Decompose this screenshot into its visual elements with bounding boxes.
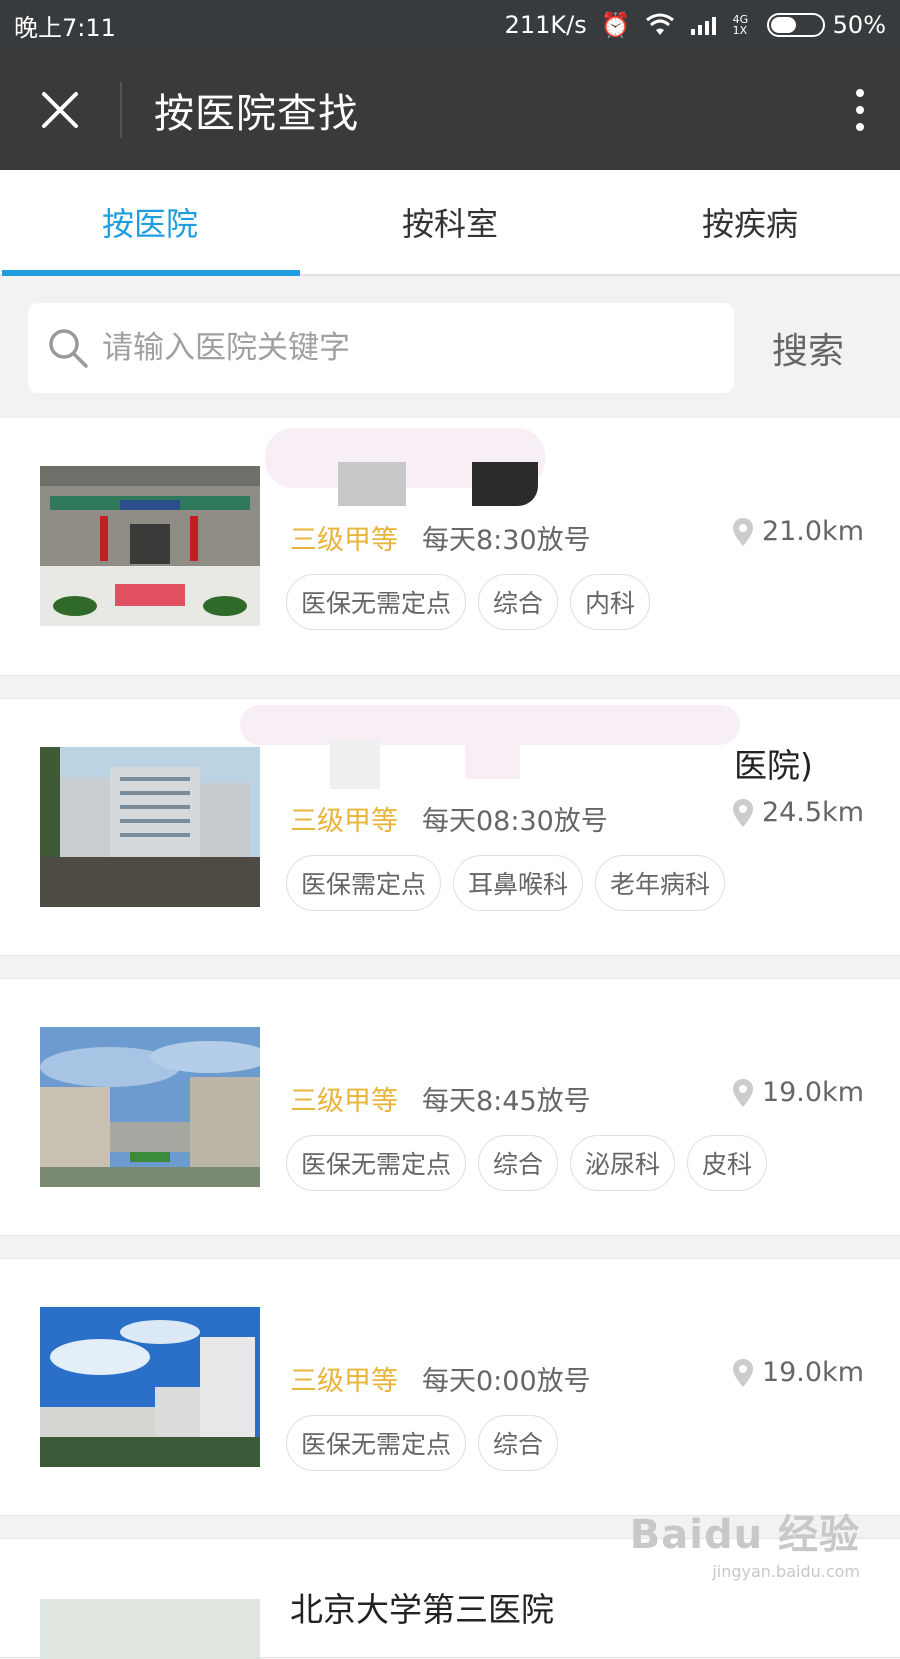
hospital-photo (40, 1599, 260, 1659)
search-icon (49, 329, 88, 368)
tab-by-hospital[interactable]: 按医院 (0, 170, 300, 276)
hospital-photo (40, 747, 260, 907)
hospital-list: 三级甲等 每天8:30放号 21.0km 医保无需定点 综合 内科 医院) 三级… (0, 418, 900, 1659)
tag-list: 医保需定点 耳鼻喉科 老年病科 (286, 855, 726, 911)
search-input[interactable] (102, 330, 662, 366)
hospital-name: 医院) (734, 746, 813, 785)
hospital-level: 三级甲等 (290, 806, 398, 837)
hospital-card[interactable]: 三级甲等 每天0:00放号 19.0km 医保无需定点 综合 (0, 1258, 900, 1516)
hospital-distance: 21.0km (732, 516, 864, 547)
hospital-card[interactable]: 医院) 三级甲等 每天08:30放号 24.5km 医保需定点 耳鼻喉科 老年病… (0, 698, 900, 956)
battery-icon (766, 13, 825, 37)
hospital-schedule: 每天0:00放号 (422, 1366, 591, 1397)
tag: 综合 (478, 1135, 559, 1191)
hospital-level: 三级甲等 (290, 1366, 398, 1397)
more-dot-icon (856, 106, 864, 114)
hospital-distance: 19.0km (732, 1357, 864, 1388)
redacted-block (338, 462, 406, 506)
hospital-schedule: 每天8:45放号 (422, 1086, 591, 1117)
redacted-block (330, 739, 380, 789)
tag-list: 医保无需定点 综合 (286, 1415, 559, 1471)
tag: 医保需定点 (286, 855, 442, 911)
hospital-card[interactable]: 三级甲等 每天8:45放号 19.0km 医保无需定点 综合 泌尿科 皮科 (0, 978, 900, 1236)
redacted-block (472, 462, 538, 506)
network-speed: 211K/s (504, 11, 587, 39)
location-pin-icon (732, 517, 753, 546)
nav-bar: 按医院查找 (0, 50, 900, 170)
tag: 医保无需定点 (286, 1135, 467, 1191)
page-title: 按医院查找 (154, 91, 359, 137)
close-button[interactable] (0, 50, 120, 170)
location-pin-icon (732, 798, 753, 827)
more-menu-button[interactable] (820, 50, 900, 170)
tag: 泌尿科 (570, 1135, 676, 1191)
tag-list: 医保无需定点 综合 泌尿科 皮科 (286, 1135, 768, 1191)
status-icons: 211K/s ⏰ 4G 1X 50% (505, 11, 886, 39)
hospital-photo (40, 466, 260, 626)
hospital-photo (40, 1307, 260, 1467)
hospital-name: 北京大学第三医院 (290, 1590, 554, 1629)
battery-indicator: 50% (766, 11, 886, 39)
hospital-distance: 19.0km (732, 1077, 864, 1108)
watermark-logo-text: Baidu 经验 (629, 1512, 860, 1558)
hospital-schedule: 每天8:30放号 (422, 525, 591, 556)
close-icon (42, 92, 78, 128)
more-dot-icon (856, 89, 864, 97)
more-dot-icon (856, 123, 864, 131)
search-box[interactable] (28, 303, 734, 393)
status-time: 晚上7:11 (14, 13, 116, 42)
tag: 内科 (570, 574, 651, 630)
watermark-url: jingyan.baidu.com (712, 1562, 860, 1581)
tag: 医保无需定点 (286, 574, 467, 630)
wifi-icon (645, 13, 674, 35)
battery-percent: 50% (832, 11, 886, 39)
distance-value: 19.0km (761, 1077, 864, 1108)
baidu-watermark: Baidu 经验 jingyan.baidu.com (630, 1502, 860, 1581)
hospital-photo (40, 1027, 260, 1187)
tag: 综合 (478, 1415, 559, 1471)
tab-by-disease[interactable]: 按疾病 (600, 170, 900, 274)
signal-icon (690, 17, 716, 35)
hospital-level: 三级甲等 (290, 525, 398, 556)
distance-value: 21.0km (761, 516, 864, 547)
tab-bar: 按医院 按科室 按疾病 (0, 170, 900, 276)
distance-value: 24.5km (761, 797, 864, 828)
status-bar: 晚上7:11 211K/s ⏰ 4G 1X 50% (0, 0, 900, 50)
search-button[interactable]: 搜索 (772, 322, 844, 374)
tag: 皮科 (687, 1135, 768, 1191)
redacted-block (465, 739, 520, 779)
hospital-card[interactable]: 三级甲等 每天8:30放号 21.0km 医保无需定点 综合 内科 (0, 418, 900, 676)
network-type: 4G 1X (732, 13, 749, 37)
tag: 老年病科 (595, 855, 726, 911)
tab-by-department[interactable]: 按科室 (300, 170, 600, 274)
tag: 医保无需定点 (286, 1415, 467, 1471)
distance-value: 19.0km (761, 1357, 864, 1388)
tag: 耳鼻喉科 (453, 855, 584, 911)
hospital-distance: 24.5km (732, 797, 864, 828)
location-pin-icon (732, 1358, 753, 1387)
hospital-schedule: 每天08:30放号 (422, 806, 608, 837)
tag: 综合 (478, 574, 559, 630)
location-pin-icon (732, 1078, 753, 1107)
alarm-icon: ⏰ (600, 11, 631, 39)
search-row: 搜索 (0, 278, 900, 418)
tag-list: 医保无需定点 综合 内科 (286, 574, 651, 630)
hospital-level: 三级甲等 (290, 1086, 398, 1117)
